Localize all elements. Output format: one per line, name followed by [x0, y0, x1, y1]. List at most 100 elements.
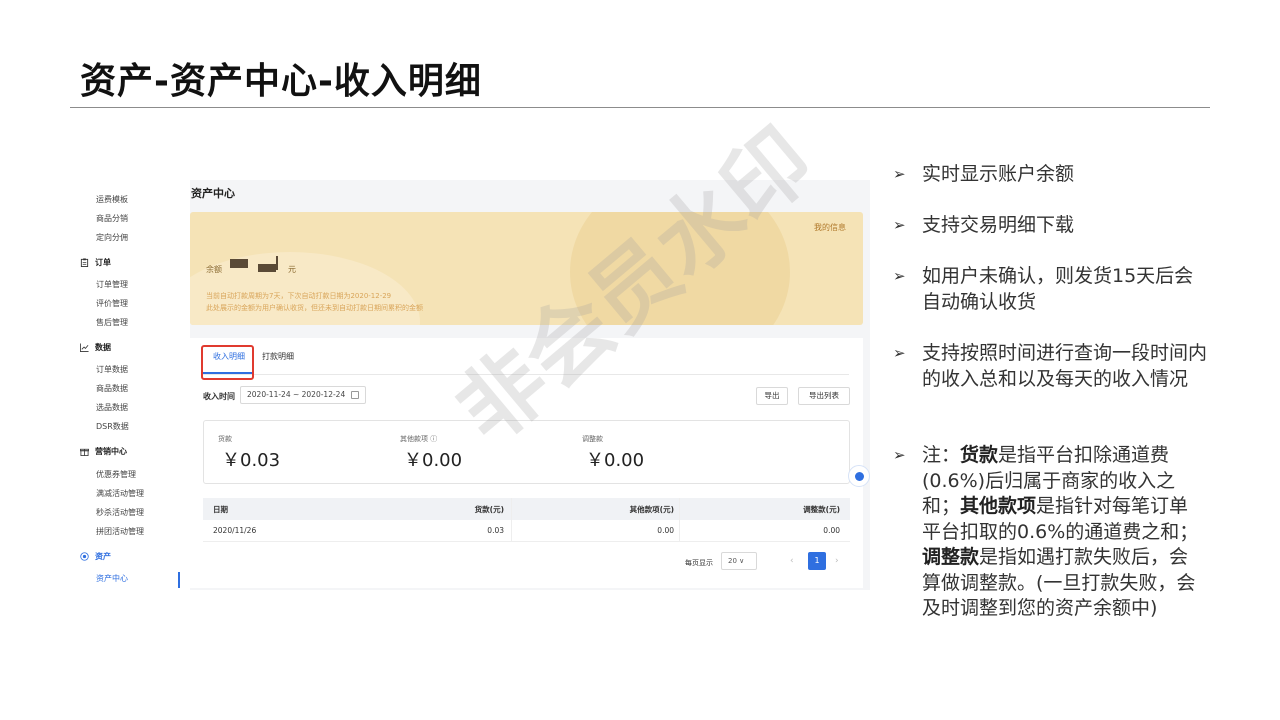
date-range-value: 2020-11-24 ~ 2020-12-24 — [247, 390, 346, 399]
banner-decoration — [190, 252, 420, 325]
table-header: 日期 货款(元) 其他款项(元) 调整款(元) — [203, 498, 850, 520]
column-header: 货款(元) — [474, 505, 504, 514]
main-content: 资产中心 我的信息 余额 元 当前自动打款周期为7天，下次自动打款日期为2020… — [190, 180, 870, 590]
sidebar-item-group-buy[interactable]: 拼团活动管理 — [96, 526, 144, 537]
banner-decoration — [570, 212, 790, 325]
sidebar-item-asset-center[interactable]: 资产中心 — [96, 573, 128, 584]
stat-label-adjustment: 调整款 — [582, 435, 603, 443]
payout-notice: 当前自动打款周期为7天，下次自动打款日期为2020-12-29 — [206, 292, 392, 300]
arrow-bullet-icon: ➢ — [893, 344, 906, 362]
stat-value-goods-payment: ￥0.03 — [222, 450, 281, 471]
stat-label-goods-payment: 货款 — [218, 435, 232, 443]
page-size-select[interactable]: 20 ∨ — [721, 552, 757, 570]
stat-value-adjustment: ￥0.00 — [586, 450, 645, 471]
redacted-balance — [258, 264, 276, 272]
column-divider — [511, 498, 512, 542]
prev-page-button[interactable]: ‹ — [790, 556, 794, 566]
current-page-button[interactable]: 1 — [808, 552, 826, 570]
bullet-item: ➢ 注：货款是指平台扣除通道费(0.6%)后归属于商家的收入之和；其他款项是指针… — [893, 443, 1207, 622]
column-header: 调整款(元) — [803, 505, 840, 514]
chat-icon — [855, 472, 864, 481]
column-header: 其他款项(元) — [629, 505, 674, 514]
sidebar-item-review-management[interactable]: 评价管理 — [96, 298, 128, 309]
sidebar-item-flash-sale[interactable]: 秒杀活动管理 — [96, 507, 144, 518]
sidebar-item-discount-activity[interactable]: 满减活动管理 — [96, 488, 144, 499]
stat-value-other-items: ￥0.00 — [404, 450, 463, 471]
sidebar-group-label: 数据 — [95, 343, 111, 352]
sidebar-group-label: 订单 — [95, 258, 111, 267]
payout-notice: 此处展示的金额为用户确认收货，但还未到自动打款日期间累积的金额 — [206, 304, 423, 312]
sidebar-group-marketing[interactable]: 营销中心 — [80, 446, 127, 457]
annotation-highlight-box — [201, 345, 254, 380]
bullet-text: 支持交易明细下载 — [922, 214, 1075, 236]
term-other-items: 其他款项 — [960, 495, 1037, 517]
bullet-text: 实时显示账户余额 — [922, 163, 1075, 185]
redacted-balance — [230, 259, 248, 268]
note-prefix: 注： — [922, 444, 961, 466]
bullet-item: ➢ 支持交易明细下载 — [893, 213, 1207, 239]
bullet-item: ➢ 实时显示账户余额 — [893, 162, 1207, 188]
table-cell: 0.00 — [657, 526, 674, 535]
slide-title: 资产-资产中心-收入明细 — [80, 61, 482, 102]
bullet-text-definitions: 注：货款是指平台扣除通道费(0.6%)后归属于商家的收入之和；其他款项是指针对每… — [922, 443, 1207, 622]
table-cell: 0.03 — [487, 526, 504, 535]
sidebar-item-order-management[interactable]: 订单管理 — [96, 279, 128, 290]
chat-float-button[interactable] — [848, 465, 870, 487]
arrow-bullet-icon: ➢ — [893, 446, 906, 464]
balance-label: 余额 — [206, 265, 222, 274]
balance-unit: 元 — [288, 265, 296, 274]
title-divider — [70, 107, 1210, 108]
arrow-bullet-icon: ➢ — [893, 216, 906, 234]
date-range-picker[interactable]: 2020-11-24 ~ 2020-12-24 — [240, 386, 366, 404]
sidebar: 运费模板 商品分销 定向分佣 订单 订单管理 评价管理 售后管理 数据 订单数据… — [70, 180, 180, 590]
page-size-label: 每页显示 — [685, 559, 713, 567]
page-title: 资产中心 — [191, 187, 235, 200]
column-divider — [679, 498, 680, 542]
clipboard-icon — [80, 258, 89, 267]
sidebar-item-selection-data[interactable]: 选品数据 — [96, 402, 128, 413]
calendar-icon — [351, 391, 359, 399]
sidebar-group-label: 资产 — [95, 552, 111, 561]
sidebar-group-assets[interactable]: 资产 — [80, 551, 111, 562]
arrow-bullet-icon: ➢ — [893, 267, 906, 285]
screenshot-panel: 运费模板 商品分销 定向分佣 订单 订单管理 评价管理 售后管理 数据 订单数据… — [70, 180, 870, 590]
term-goods-payment: 货款 — [960, 444, 999, 466]
bullet-text: 支持按照时间进行查询一段时间内的收入总和以及每天的收入情况 — [922, 342, 1208, 390]
active-indicator — [178, 572, 180, 588]
my-info-link[interactable]: 我的信息 — [814, 222, 846, 233]
stat-label-other-items: 其他款项 ⓘ — [400, 435, 438, 443]
tab-payout-detail[interactable]: 打款明细 — [262, 351, 294, 362]
table-cell: 2020/11/26 — [213, 526, 257, 535]
gift-icon — [80, 448, 89, 456]
sidebar-item-dsr-data[interactable]: DSR数据 — [96, 421, 129, 432]
table-cell: 0.00 — [823, 526, 840, 535]
sidebar-item-freight-template[interactable]: 运费模板 — [96, 194, 128, 205]
sidebar-group-label: 营销中心 — [95, 447, 127, 456]
target-icon — [80, 552, 89, 561]
bullet-item: ➢ 支持按照时间进行查询一段时间内的收入总和以及每天的收入情况 — [893, 341, 1207, 392]
tab-divider — [203, 374, 849, 375]
balance-banner: 我的信息 余额 元 当前自动打款周期为7天，下次自动打款日期为2020-12-2… — [190, 212, 863, 325]
date-filter-label: 收入时间 — [203, 392, 235, 401]
income-panel: 收入明细 打款明细 收入时间 2020-11-24 ~ 2020-12-24 导… — [190, 338, 863, 588]
sidebar-item-targeted-commission[interactable]: 定向分佣 — [96, 232, 128, 243]
sidebar-group-data[interactable]: 数据 — [80, 342, 111, 353]
column-header: 日期 — [213, 505, 228, 514]
term-adjustment: 调整款 — [922, 546, 980, 568]
sidebar-item-coupon-management[interactable]: 优惠券管理 — [96, 469, 136, 480]
bullet-text: 如用户未确认，则发货15天后会自动确认收货 — [922, 265, 1194, 313]
bullet-item: ➢ 如用户未确认，则发货15天后会自动确认收货 — [893, 264, 1207, 315]
sidebar-item-product-data[interactable]: 商品数据 — [96, 383, 128, 394]
chart-icon — [80, 343, 89, 352]
sidebar-group-orders[interactable]: 订单 — [80, 257, 111, 268]
next-page-button[interactable]: › — [835, 556, 839, 566]
income-summary: 货款 ￥0.03 其他款项 ⓘ ￥0.00 调整款 ￥0.00 — [203, 420, 850, 484]
export-button[interactable]: 导出 — [756, 387, 788, 405]
sidebar-item-product-distribution[interactable]: 商品分销 — [96, 213, 128, 224]
sidebar-item-after-sales[interactable]: 售后管理 — [96, 317, 128, 328]
export-list-button[interactable]: 导出列表 — [798, 387, 850, 405]
sidebar-item-order-data[interactable]: 订单数据 — [96, 364, 128, 375]
table-row: 2020/11/26 0.03 0.00 0.00 — [203, 520, 850, 542]
arrow-bullet-icon: ➢ — [893, 165, 906, 183]
redacted-balance — [276, 256, 278, 270]
